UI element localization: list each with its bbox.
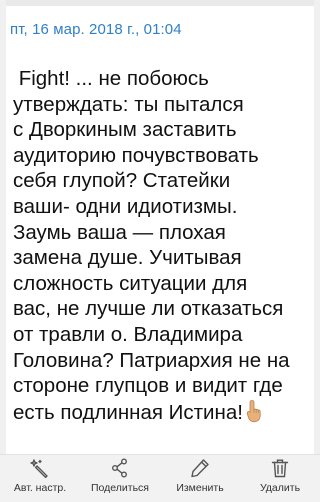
- delete-label: Удалить: [259, 482, 301, 494]
- auto-settings-button[interactable]: Авт. настр.: [0, 455, 80, 502]
- pointing-up-finger-icon: [246, 399, 261, 422]
- message-timestamp: пт, 16 мар. 2018 г., 01:04: [10, 21, 182, 38]
- delete-button[interactable]: Удалить: [240, 455, 320, 502]
- edit-label: Изменить: [176, 482, 224, 494]
- edit-button[interactable]: Изменить: [160, 455, 240, 502]
- message-text: Fight! ... не побоюсь утверждать: ты пыт…: [13, 67, 290, 424]
- message-body[interactable]: Fight! ... не побоюсь утверждать: ты пыт…: [13, 66, 313, 425]
- pencil-icon: [191, 459, 209, 478]
- right-edge: [314, 0, 320, 454]
- share-label: Поделиться: [91, 482, 149, 494]
- share-icon: [112, 458, 127, 478]
- auto-settings-label: Авт. настр.: [13, 482, 67, 494]
- trash-icon: [271, 459, 289, 478]
- share-button[interactable]: Поделиться: [80, 455, 160, 502]
- magic-wand-icon: [30, 459, 48, 479]
- bottom-toolbar: Авт. настр. Поделиться Изменить Удалить: [0, 454, 320, 502]
